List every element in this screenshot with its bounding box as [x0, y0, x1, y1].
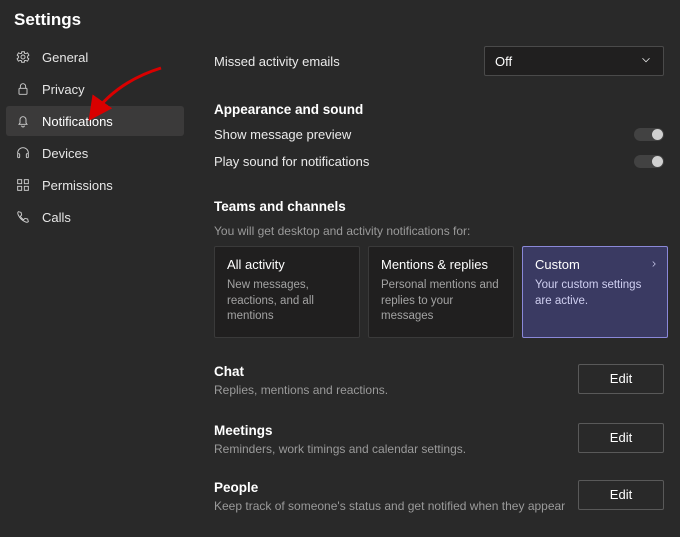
- card-mentions-replies[interactable]: Mentions & replies Personal mentions and…: [368, 246, 514, 338]
- headset-icon: [14, 144, 32, 162]
- button-label: Edit: [610, 487, 632, 502]
- card-custom[interactable]: Custom Your custom settings are active.: [522, 246, 668, 338]
- missed-activity-select[interactable]: Off: [484, 46, 664, 76]
- sidebar-item-general[interactable]: General: [6, 42, 184, 72]
- sidebar-item-label: Permissions: [42, 178, 113, 193]
- sidebar-item-calls[interactable]: Calls: [6, 202, 184, 232]
- card-desc: New messages, reactions, and all mention…: [227, 278, 347, 325]
- people-edit-button[interactable]: Edit: [578, 480, 664, 510]
- sidebar-item-label: Calls: [42, 210, 71, 225]
- button-label: Edit: [610, 430, 632, 445]
- people-heading: People: [214, 480, 565, 495]
- card-title: Mentions & replies: [381, 257, 501, 272]
- sidebar-item-label: Devices: [42, 146, 88, 161]
- missed-activity-row: Missed activity emails Off: [214, 46, 664, 76]
- people-desc: Keep track of someone's status and get n…: [214, 499, 565, 513]
- missed-activity-label: Missed activity emails: [214, 54, 340, 69]
- play-sound-row: Play sound for notifications: [214, 154, 664, 169]
- sidebar-item-label: General: [42, 50, 88, 65]
- settings-content: Missed activity emails Off Appearance an…: [190, 36, 680, 537]
- chevron-right-icon: [649, 257, 659, 272]
- chat-section: Chat Replies, mentions and reactions. Ed…: [214, 364, 664, 397]
- window-title: Settings: [0, 0, 680, 36]
- phone-icon: [14, 208, 32, 226]
- card-title: Custom: [535, 257, 655, 272]
- teams-channels-sub: You will get desktop and activity notifi…: [214, 224, 664, 238]
- show-preview-toggle[interactable]: [634, 128, 664, 141]
- sidebar-item-label: Notifications: [42, 114, 113, 129]
- sidebar-item-label: Privacy: [42, 82, 85, 97]
- sidebar-item-notifications[interactable]: Notifications: [6, 106, 184, 136]
- apps-icon: [14, 176, 32, 194]
- chat-edit-button[interactable]: Edit: [578, 364, 664, 394]
- show-preview-label: Show message preview: [214, 127, 351, 142]
- bell-icon: [14, 112, 32, 130]
- appearance-heading: Appearance and sound: [214, 102, 664, 117]
- gear-icon: [14, 48, 32, 66]
- lock-icon: [14, 80, 32, 98]
- card-desc: Your custom settings are active.: [535, 278, 655, 309]
- teams-channels-heading: Teams and channels: [214, 199, 664, 214]
- sidebar-item-devices[interactable]: Devices: [6, 138, 184, 168]
- meetings-edit-button[interactable]: Edit: [578, 423, 664, 453]
- sidebar-item-privacy[interactable]: Privacy: [6, 74, 184, 104]
- chevron-down-icon: [639, 53, 653, 70]
- sidebar-item-permissions[interactable]: Permissions: [6, 170, 184, 200]
- people-section: People Keep track of someone's status an…: [214, 480, 664, 513]
- card-all-activity[interactable]: All activity New messages, reactions, an…: [214, 246, 360, 338]
- show-preview-row: Show message preview: [214, 127, 664, 142]
- button-label: Edit: [610, 371, 632, 386]
- settings-sidebar: General Privacy Notifications Devices: [0, 36, 190, 537]
- meetings-section: Meetings Reminders, work timings and cal…: [214, 423, 664, 456]
- card-title: All activity: [227, 257, 347, 272]
- meetings-desc: Reminders, work timings and calendar set…: [214, 442, 466, 456]
- meetings-heading: Meetings: [214, 423, 466, 438]
- chat-desc: Replies, mentions and reactions.: [214, 383, 388, 397]
- chat-heading: Chat: [214, 364, 388, 379]
- missed-activity-value: Off: [495, 54, 512, 69]
- teams-channels-cards: All activity New messages, reactions, an…: [214, 246, 664, 338]
- card-desc: Personal mentions and replies to your me…: [381, 278, 501, 325]
- play-sound-label: Play sound for notifications: [214, 154, 369, 169]
- play-sound-toggle[interactable]: [634, 155, 664, 168]
